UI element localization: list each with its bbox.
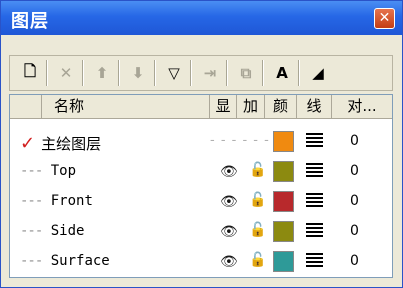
filter-button[interactable]: ▽ <box>160 59 188 87</box>
filter-icon: ▽ <box>168 64 180 82</box>
close-icon: ✕ <box>378 10 391 26</box>
linetype-icon[interactable] <box>306 193 323 209</box>
eye-icon[interactable]: 👁 <box>220 224 238 240</box>
copy-layer-button[interactable]: ⧉ <box>232 59 260 87</box>
layer-name: Surface <box>50 253 110 269</box>
unlock-icon[interactable]: 🔓 <box>249 162 266 178</box>
toolbar-separator <box>190 60 192 86</box>
triangle-button[interactable]: ◢ <box>304 59 332 87</box>
column-object[interactable]: 对... <box>332 95 392 118</box>
object-count: 0 <box>350 133 359 149</box>
unlock-icon[interactable]: 🔓 <box>249 222 266 238</box>
tree-dash: --- <box>20 223 43 239</box>
column-lock[interactable]: 加 <box>237 95 265 118</box>
title-bar[interactable]: 图层 ✕ <box>1 1 402 35</box>
toolbar-separator <box>226 60 228 86</box>
delete-layer-button[interactable]: ✕ <box>52 59 80 87</box>
move-up-button[interactable]: ⬆ <box>88 59 116 87</box>
delete-icon: ✕ <box>59 64 73 82</box>
layer-name-cell: --- Surface <box>20 253 110 269</box>
text-icon: A <box>276 64 288 82</box>
layer-name: Front <box>50 193 93 209</box>
tree-dash: --- <box>20 163 43 179</box>
header-spacer <box>10 95 42 118</box>
linetype-icon[interactable] <box>306 133 323 149</box>
column-name[interactable]: 名称 <box>42 95 210 118</box>
toolbar-separator <box>262 60 264 86</box>
toolbar-separator <box>46 60 48 86</box>
layer-row[interactable]: ✓ 主绘图层 - - - - - - 0 <box>10 127 392 157</box>
object-count: 0 <box>350 163 359 179</box>
column-linetype[interactable]: 线 <box>297 95 332 118</box>
layer-row[interactable]: --- Side 👁 🔓 0 <box>10 217 392 247</box>
layer-name: Side <box>50 223 85 239</box>
object-count: 0 <box>350 193 359 209</box>
visibility-placeholder: - - - - - - <box>210 133 270 148</box>
move-down-icon: ⬇ <box>131 64 145 82</box>
move-down-button[interactable]: ⬇ <box>124 59 152 87</box>
layer-name-cell: --- Side <box>20 223 84 239</box>
linetype-icon[interactable] <box>306 223 323 239</box>
layer-name: 主绘图层 <box>41 135 102 153</box>
toolbar: 🗋 ✕ ⬆ ⬇ ▽ ⇥ ⧉ A ◢ <box>9 55 393 91</box>
layer-color-swatch[interactable] <box>273 191 294 212</box>
import-icon: ⇥ <box>203 64 217 82</box>
text-style-button[interactable]: A <box>268 59 296 87</box>
layer-row[interactable]: --- Top 👁 🔓 0 <box>10 157 392 187</box>
toolbar-separator <box>154 60 156 86</box>
triangle-icon: ◢ <box>312 64 324 82</box>
import-button[interactable]: ⇥ <box>196 59 224 87</box>
tree-dash: --- <box>20 253 43 269</box>
unlock-icon[interactable]: 🔓 <box>249 192 266 208</box>
close-button[interactable]: ✕ <box>374 8 395 29</box>
object-count: 0 <box>350 253 359 269</box>
toolbar-separator <box>298 60 300 86</box>
linetype-icon[interactable] <box>306 163 323 179</box>
layer-name: Top <box>50 163 77 179</box>
tree-dash: --- <box>20 193 43 209</box>
unlock-icon[interactable]: 🔓 <box>249 252 266 268</box>
object-count: 0 <box>350 223 359 239</box>
layers-window: 图层 ✕ 🗋 ✕ ⬆ ⬇ ▽ ⇥ ⧉ A ◢ 名称 显 加 颜 线 对... ✓… <box>0 0 403 288</box>
window-title: 图层 <box>11 11 49 32</box>
eye-icon[interactable]: 👁 <box>220 194 238 210</box>
check-icon: ✓ <box>20 133 36 154</box>
layer-name-cell: --- Front <box>20 193 93 209</box>
layer-name-cell: --- Top <box>20 163 76 179</box>
toolbar-separator <box>118 60 120 86</box>
column-visible[interactable]: 显 <box>210 95 237 118</box>
copy-layer-icon: ⧉ <box>240 64 252 82</box>
layer-name-cell: ✓ 主绘图层 <box>20 133 101 154</box>
list-header: 名称 显 加 颜 线 对... <box>10 95 392 119</box>
linetype-icon[interactable] <box>306 253 323 269</box>
layer-color-swatch[interactable] <box>273 161 294 182</box>
layer-row[interactable]: --- Front 👁 🔓 0 <box>10 187 392 217</box>
layer-color-swatch[interactable] <box>273 251 294 272</box>
layer-list: 名称 显 加 颜 线 对... ✓ 主绘图层 - - - - - - 0 --- … <box>9 94 393 278</box>
column-color[interactable]: 颜 <box>265 95 297 118</box>
eye-icon[interactable]: 👁 <box>220 254 238 270</box>
layer-row[interactable]: --- Surface 👁 🔓 0 <box>10 247 392 277</box>
layer-color-swatch[interactable] <box>273 131 294 152</box>
layer-color-swatch[interactable] <box>273 221 294 242</box>
toolbar-separator <box>82 60 84 86</box>
eye-icon[interactable]: 👁 <box>220 164 238 180</box>
move-up-icon: ⬆ <box>95 64 109 82</box>
new-layer-icon: 🗋 <box>23 61 37 80</box>
new-layer-button[interactable]: 🗋 <box>16 59 44 87</box>
